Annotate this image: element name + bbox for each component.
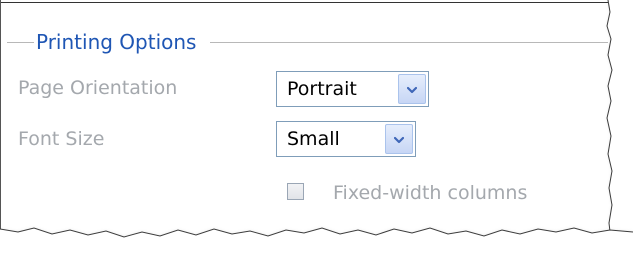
fixed-width-columns-label[interactable]: Fixed-width columns — [333, 181, 527, 205]
font-size-label: Font Size — [18, 128, 105, 150]
page-orientation-dropdown-button[interactable] — [398, 74, 426, 104]
torn-bottom-edge — [0, 227, 633, 258]
font-size-value: Small — [287, 128, 340, 150]
panel-left-border — [0, 0, 1, 240]
page-orientation-label: Page Orientation — [18, 77, 178, 99]
chevron-down-icon — [407, 86, 417, 94]
fixed-width-columns-checkbox[interactable] — [287, 183, 304, 200]
fieldset-border-right — [210, 42, 608, 43]
font-size-select[interactable]: Small — [276, 121, 416, 157]
page-orientation-select[interactable]: Portrait — [276, 71, 429, 107]
fieldset-border-left — [7, 42, 35, 43]
chevron-down-icon — [394, 136, 404, 144]
panel-top-border — [0, 2, 612, 3]
page-orientation-value: Portrait — [287, 78, 357, 100]
fieldset-legend: Printing Options — [34, 28, 199, 56]
font-size-dropdown-button[interactable] — [385, 124, 413, 154]
